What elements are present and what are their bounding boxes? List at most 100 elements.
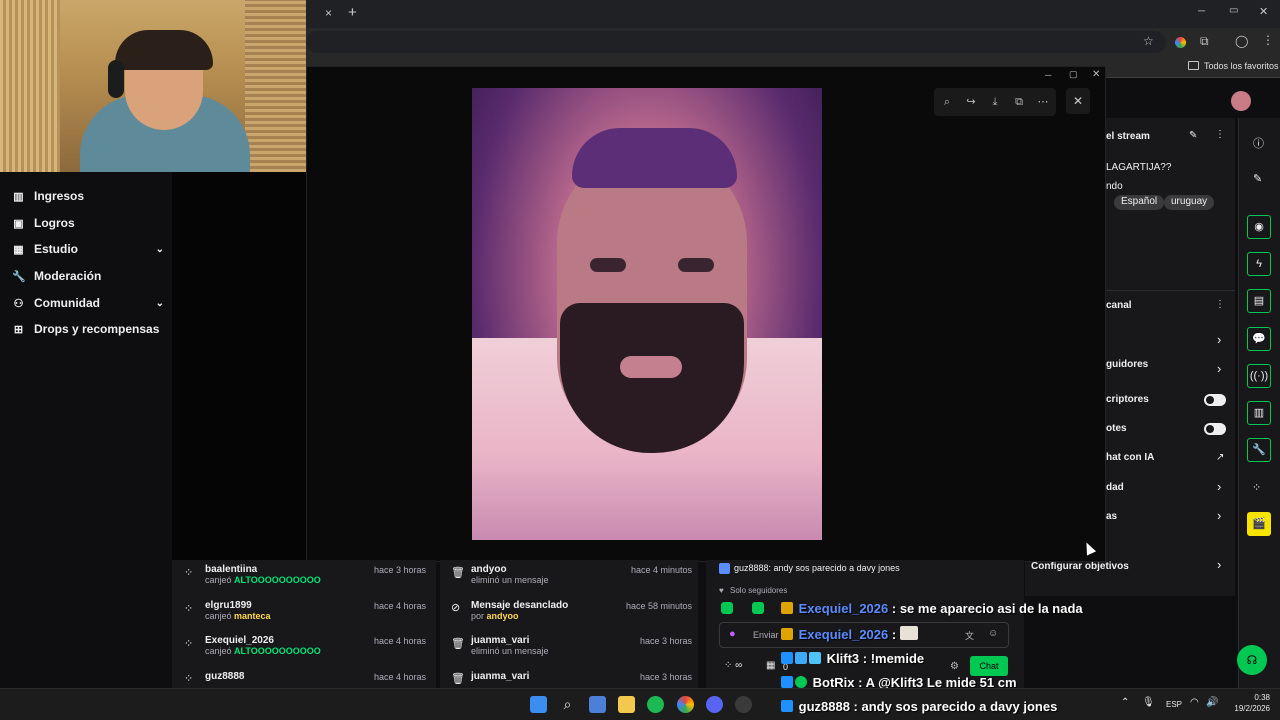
profile-icon[interactable]: ◯ bbox=[1235, 34, 1248, 48]
new-tab-button[interactable]: + bbox=[348, 4, 357, 21]
prime-badge-icon bbox=[781, 652, 793, 664]
bookmark-star-icon[interactable]: ☆ bbox=[1143, 34, 1154, 48]
avatar[interactable] bbox=[1231, 91, 1251, 111]
chevron-right-icon[interactable]: › bbox=[1217, 557, 1221, 572]
broadcast-button[interactable]: ((·)) bbox=[1247, 364, 1271, 388]
channel-more-icon[interactable]: ⋮ bbox=[1215, 299, 1225, 310]
volume-icon[interactable]: 🔊 bbox=[1206, 697, 1218, 708]
photo-hair bbox=[572, 128, 737, 188]
file-explorer-icon[interactable] bbox=[618, 696, 635, 713]
close-viewer-button[interactable]: ✕ bbox=[1066, 88, 1090, 114]
sidebar-item-label: Drops y recompensas bbox=[34, 322, 160, 336]
feed-item[interactable]: juanma_vari eliminó un mensaje bbox=[471, 635, 549, 656]
bolt-button[interactable]: ϟ bbox=[1247, 252, 1271, 276]
gift-icon: ⊞ bbox=[13, 323, 24, 336]
feed-item[interactable]: andyoo eliminó un mensaje bbox=[471, 564, 549, 585]
sidebar-item-moderation[interactable]: 🔧 Moderación bbox=[12, 269, 162, 283]
tray-chevron-icon[interactable]: ⌃ bbox=[1121, 697, 1129, 708]
sidebar-item-revenue[interactable]: ▥ Ingresos bbox=[12, 189, 162, 203]
microphone-icon[interactable]: 🎙 bbox=[1142, 697, 1155, 708]
sidebar-item-achievements[interactable]: ▣ Logros bbox=[12, 216, 162, 230]
menu-kebab-icon[interactable]: ⋮ bbox=[1262, 33, 1274, 47]
clapper-button[interactable]: 🎬 bbox=[1247, 512, 1271, 536]
sidebar-item-drops[interactable]: ⊞ Drops y recompensas bbox=[12, 322, 162, 336]
info-icon[interactable]: ⓘ bbox=[1253, 135, 1264, 151]
feed-item[interactable]: juanma_vari bbox=[471, 671, 529, 682]
notes-button[interactable]: ▤ bbox=[1247, 289, 1271, 313]
channel-row-activity[interactable]: dad bbox=[1106, 482, 1124, 493]
divider bbox=[1095, 290, 1235, 291]
card-button[interactable]: ▥ bbox=[1247, 401, 1271, 425]
chevron-right-icon[interactable]: › bbox=[1217, 332, 1221, 347]
sidebar-item-studio[interactable]: ▦ Estudio ⌄ bbox=[12, 242, 164, 256]
sidebar-item-community[interactable]: ⚇ Comunidad ⌄ bbox=[12, 296, 164, 310]
help-headset-button[interactable]: ☊ bbox=[1237, 645, 1267, 675]
overlay-chat-line: Exequiel_2026 : se me aparecio asi de la… bbox=[781, 601, 1083, 616]
pencil-icon[interactable]: ✎ bbox=[1253, 172, 1262, 185]
close-tab-button[interactable]: × bbox=[325, 6, 332, 20]
download-icon[interactable]: ⤓ bbox=[984, 92, 1006, 112]
maximize-window-icon[interactable]: ▢ bbox=[1069, 69, 1078, 80]
channel-row-subscribers: criptores bbox=[1106, 394, 1149, 405]
all-bookmarks-link[interactable]: Todos los favoritos bbox=[1204, 61, 1279, 71]
chevron-right-icon[interactable]: › bbox=[1217, 508, 1221, 523]
feed-item[interactable]: Exequiel_2026 canjeó ALTOOOOOOOOOO bbox=[205, 635, 321, 656]
sidebar-item-label: Logros bbox=[34, 216, 75, 230]
restore-window-icon[interactable]: ▭ bbox=[1229, 5, 1238, 16]
translate-icon[interactable]: 文 bbox=[965, 629, 974, 642]
minimize-window-icon[interactable]: ─ bbox=[1198, 6, 1205, 17]
feed-item[interactable]: baalentiina canjeó ALTOOOOOOOOOO bbox=[205, 564, 321, 585]
dots-icon[interactable]: ⁘ bbox=[1252, 481, 1261, 494]
close-window-icon[interactable]: ✕ bbox=[1092, 69, 1100, 80]
chat-bubble-button[interactable]: 💬 bbox=[1247, 327, 1271, 351]
tag-spanish[interactable]: Español bbox=[1114, 195, 1165, 210]
discord-icon[interactable] bbox=[706, 696, 723, 713]
obs-icon[interactable] bbox=[735, 696, 752, 713]
store-icon[interactable]: ▦ bbox=[766, 660, 775, 671]
emoji-icon[interactable]: ☺ bbox=[988, 628, 998, 639]
store-icon[interactable] bbox=[589, 696, 606, 713]
system-clock[interactable]: 0:38 19/2/2026 bbox=[1226, 692, 1270, 714]
address-bar[interactable] bbox=[306, 31, 1166, 53]
more-icon[interactable]: ⋯ bbox=[1032, 92, 1054, 112]
extension-icon[interactable] bbox=[1175, 37, 1186, 48]
edit-pencil-icon[interactable]: ✎ bbox=[1189, 130, 1197, 141]
points-icon[interactable]: ⁘ ∞ bbox=[724, 660, 742, 671]
chat-username: Exequiel_2026 bbox=[798, 627, 889, 642]
streamer-hair bbox=[115, 30, 213, 70]
trophy-icon: ▣ bbox=[13, 217, 24, 230]
clip-button[interactable]: ◉ bbox=[1247, 215, 1271, 239]
emotes-toggle[interactable] bbox=[1204, 423, 1226, 435]
windows-taskbar bbox=[0, 688, 1280, 720]
keyboard-language[interactable]: ESP bbox=[1166, 700, 1182, 709]
subscribers-toggle[interactable] bbox=[1204, 394, 1226, 406]
feed-item[interactable]: Mensaje desanclado por andyoo bbox=[471, 600, 568, 621]
minimize-window-icon[interactable]: ─ bbox=[1045, 70, 1051, 80]
channel-row-followers[interactable]: guidores bbox=[1106, 359, 1148, 370]
configure-goals-label[interactable]: Configurar objetivos bbox=[1031, 561, 1129, 572]
zoom-icon[interactable]: ⌕ bbox=[936, 92, 958, 112]
more-options-icon[interactable]: ⋮ bbox=[1215, 129, 1225, 140]
start-menu-icon[interactable] bbox=[530, 696, 547, 713]
spotify-icon[interactable] bbox=[647, 696, 664, 713]
feed-item[interactable]: guz8888 bbox=[205, 671, 244, 682]
share-icon[interactable]: ↪ bbox=[960, 92, 982, 112]
channel-row-tools[interactable]: as bbox=[1106, 511, 1117, 522]
goals-row[interactable]: Configurar objetivos › bbox=[1025, 556, 1235, 596]
wifi-icon[interactable]: ◠ bbox=[1190, 697, 1199, 708]
wrench-button[interactable]: 🔧 bbox=[1247, 438, 1271, 462]
feed-item[interactable]: elgru1899 canjeó manteca bbox=[205, 600, 271, 621]
chevron-right-icon[interactable]: › bbox=[1217, 479, 1221, 494]
channel-row-ai-chat[interactable]: hat con IA bbox=[1106, 452, 1154, 463]
chat-send-button[interactable]: Chat bbox=[970, 656, 1008, 676]
chrome-icon[interactable] bbox=[677, 696, 694, 713]
extensions-puzzle-icon[interactable]: ⧉ bbox=[1200, 34, 1209, 49]
chat-settings-icon[interactable]: ⚙ bbox=[950, 661, 959, 672]
search-icon[interactable]: ⌕ bbox=[559, 696, 576, 713]
open-external-icon[interactable]: ⧉ bbox=[1008, 92, 1030, 112]
external-link-icon[interactable]: ↗ bbox=[1216, 452, 1224, 463]
close-window-icon[interactable]: ✕ bbox=[1259, 5, 1268, 18]
chevron-right-icon[interactable]: › bbox=[1217, 361, 1221, 376]
cat-emote-icon bbox=[899, 626, 918, 640]
tag-uruguay[interactable]: uruguay bbox=[1164, 195, 1215, 210]
